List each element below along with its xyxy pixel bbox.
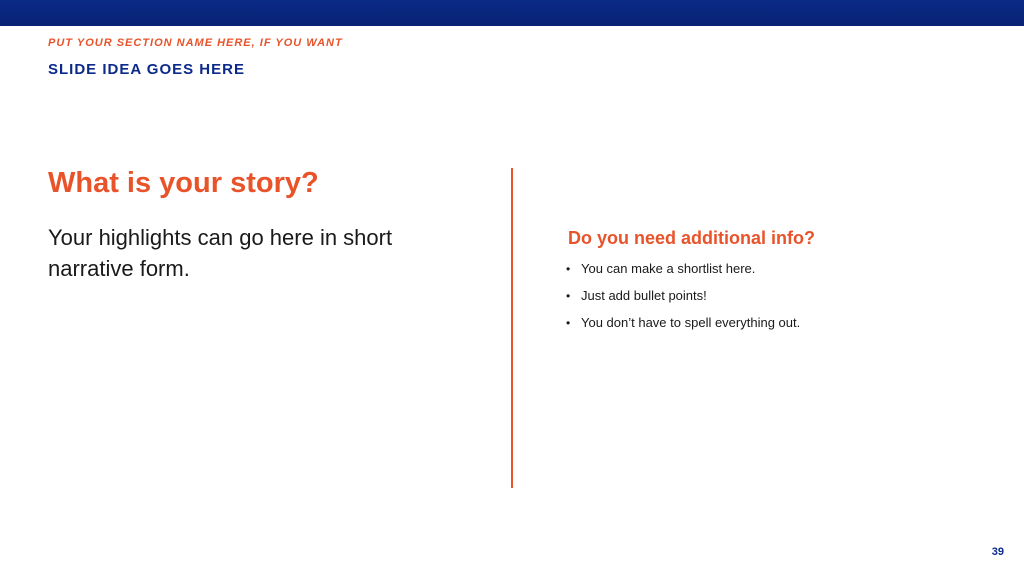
top-banner <box>0 0 1024 26</box>
slide-title: SLIDE IDEA GOES HERE <box>48 61 245 78</box>
bullet-text: Just add bullet points! <box>581 288 707 303</box>
bullet-list: • You can make a shortlist here. • Just … <box>566 261 800 342</box>
bullet-item: • Just add bullet points! <box>566 288 800 315</box>
story-body-text: Your highlights can go here in short nar… <box>48 225 393 281</box>
bullet-item: • You can make a shortlist here. <box>566 261 800 288</box>
section-name: PUT YOUR SECTION NAME HERE, IF YOU WANT <box>48 37 343 49</box>
bullet-icon: • <box>566 262 571 276</box>
bullet-item: • You don’t have to spell everything out… <box>566 315 800 342</box>
info-heading: Do you need additional info? <box>568 228 815 248</box>
vertical-divider <box>511 168 513 488</box>
bullet-icon: • <box>566 316 571 330</box>
bullet-icon: • <box>566 289 571 303</box>
bullet-text: You can make a shortlist here. <box>581 261 756 276</box>
story-heading: What is your story? <box>48 167 319 199</box>
page-number: 39 <box>991 546 1004 558</box>
bullet-text: You don’t have to spell everything out. <box>581 315 801 330</box>
